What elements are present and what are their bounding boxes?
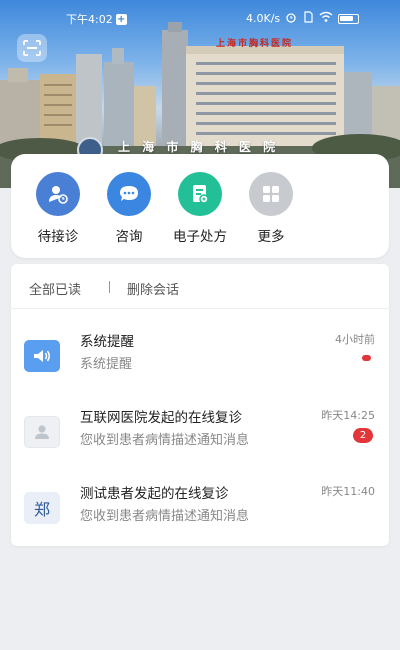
action-pending-consult[interactable]: 待接诊 <box>23 172 93 245</box>
action-consult[interactable]: 咨询 <box>94 172 164 245</box>
action-label: 咨询 <box>115 229 143 245</box>
action-more[interactable]: 更多 <box>236 172 306 245</box>
grid-more-icon <box>249 172 293 216</box>
patient-wait-icon <box>36 172 80 216</box>
scan-icon <box>23 40 41 56</box>
status-bar: 下午4:02 + 4.0K/s <box>0 0 400 34</box>
wifi-icon <box>319 11 333 26</box>
delete-sessions-button[interactable]: 删除会话 <box>127 279 179 298</box>
patient-avatar: 郑 <box>24 492 60 524</box>
unread-dot <box>362 355 371 361</box>
action-label: 电子处方 <box>173 229 227 245</box>
messages-card: 全部已读 删除会话 系统提醒 系统提醒 4小时前 互联网医院发起的在线复诊 您收… <box>11 264 389 546</box>
message-time: 昨天14:25 <box>321 409 375 422</box>
status-indicators: 4.0K/s <box>246 11 360 26</box>
scan-button[interactable] <box>17 34 47 62</box>
chat-bubble-icon <box>107 172 151 216</box>
notification-plus-icon: + <box>115 13 127 25</box>
speaker-icon <box>24 340 60 372</box>
battery-icon <box>338 13 360 24</box>
action-label: 待接诊 <box>37 229 79 245</box>
quick-actions-card: 待接诊 咨询 电子处方 更多 <box>11 154 389 258</box>
action-e-prescription[interactable]: 电子处方 <box>165 172 235 245</box>
message-row[interactable]: 系统提醒 系统提醒 4小时前 <box>11 330 389 406</box>
message-subtitle: 您收到患者病情描述通知消息 <box>80 509 250 524</box>
message-row[interactable]: 互联网医院发起的在线复诊 您收到患者病情描述通知消息 昨天14:25 2 <box>11 406 389 482</box>
action-label: 更多 <box>257 229 285 245</box>
message-subtitle: 您收到患者病情描述通知消息 <box>80 433 250 448</box>
messages-toolbar: 全部已读 删除会话 <box>11 264 389 310</box>
mark-all-read-button[interactable]: 全部已读 <box>29 279 81 298</box>
status-time: 下午4:02 <box>66 13 113 26</box>
building-sign: 上海市胸科医院 <box>216 39 294 49</box>
message-row[interactable]: 郑 测试患者发起的在线复诊 您收到患者病情描述通知消息 昨天11:40 <box>11 482 389 558</box>
status-time-group: 下午4:02 + <box>66 11 127 27</box>
message-time: 昨天11:40 <box>321 485 375 498</box>
message-subtitle: 系统提醒 <box>80 357 133 372</box>
sim-icon <box>302 11 314 26</box>
toolbar-rule <box>11 308 389 309</box>
user-icon <box>24 416 60 448</box>
prescription-icon <box>178 172 222 216</box>
message-title: 互联网医院发起的在线复诊 <box>80 410 242 426</box>
hospital-name: 上 海 市 胸 科 医 院 <box>118 140 280 154</box>
unread-count-badge: 2 <box>353 428 373 443</box>
message-time: 4小时前 <box>335 333 375 346</box>
toolbar-divider <box>109 281 110 293</box>
net-speed: 4.0K/s <box>246 12 281 25</box>
message-title: 测试患者发起的在线复诊 <box>80 486 229 502</box>
message-title: 系统提醒 <box>80 334 134 350</box>
alarm-icon <box>285 11 297 26</box>
